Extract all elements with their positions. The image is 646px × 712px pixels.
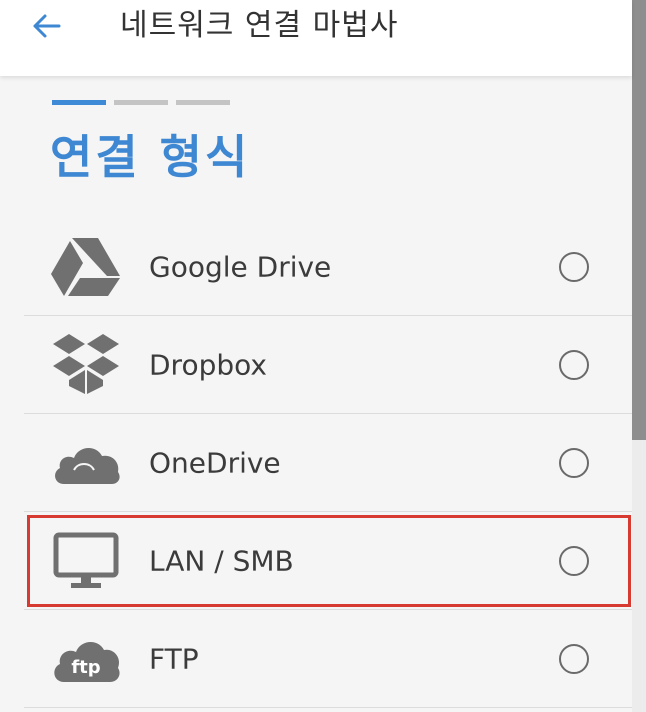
option-label: FTP (149, 642, 199, 675)
option-label: Dropbox (149, 348, 267, 381)
radio-button[interactable] (559, 545, 589, 576)
back-button[interactable] (24, 6, 68, 46)
connection-type-list: Google Drive Dropbox OneDrive LAN / SMB … (24, 218, 632, 708)
connection-option-lan-smb[interactable]: LAN / SMB (24, 512, 632, 610)
radio-button[interactable] (559, 447, 589, 478)
radio-button[interactable] (559, 349, 589, 380)
ftp-icon-text: ftp (71, 657, 100, 678)
connection-option-google-drive[interactable]: Google Drive (24, 218, 632, 316)
option-label: LAN / SMB (149, 544, 294, 577)
arrow-left-icon (33, 14, 61, 38)
option-label: Google Drive (149, 250, 332, 283)
google-drive-icon (50, 235, 122, 299)
section-title: 연결 형식 (50, 130, 251, 184)
connection-option-dropbox[interactable]: Dropbox (24, 316, 632, 414)
connection-option-ftp[interactable]: ftp FTP (24, 610, 632, 708)
step-3-indicator (176, 100, 230, 105)
scrollbar-thumb[interactable] (632, 0, 646, 440)
radio-button[interactable] (559, 643, 589, 674)
option-label: OneDrive (149, 446, 281, 479)
radio-button[interactable] (559, 251, 589, 282)
connection-option-onedrive[interactable]: OneDrive (24, 414, 632, 512)
page-title: 네트워크 연결 마법사 (120, 8, 399, 43)
monitor-icon (50, 529, 122, 593)
step-1-indicator (52, 100, 106, 105)
scrollbar[interactable] (632, 0, 646, 712)
app-bar: 네트워크 연결 마법사 (0, 0, 632, 76)
dropbox-icon (50, 333, 122, 397)
onedrive-icon (50, 431, 122, 495)
step-2-indicator (114, 100, 168, 105)
step-indicator (52, 100, 230, 105)
ftp-cloud-icon: ftp (50, 627, 122, 691)
